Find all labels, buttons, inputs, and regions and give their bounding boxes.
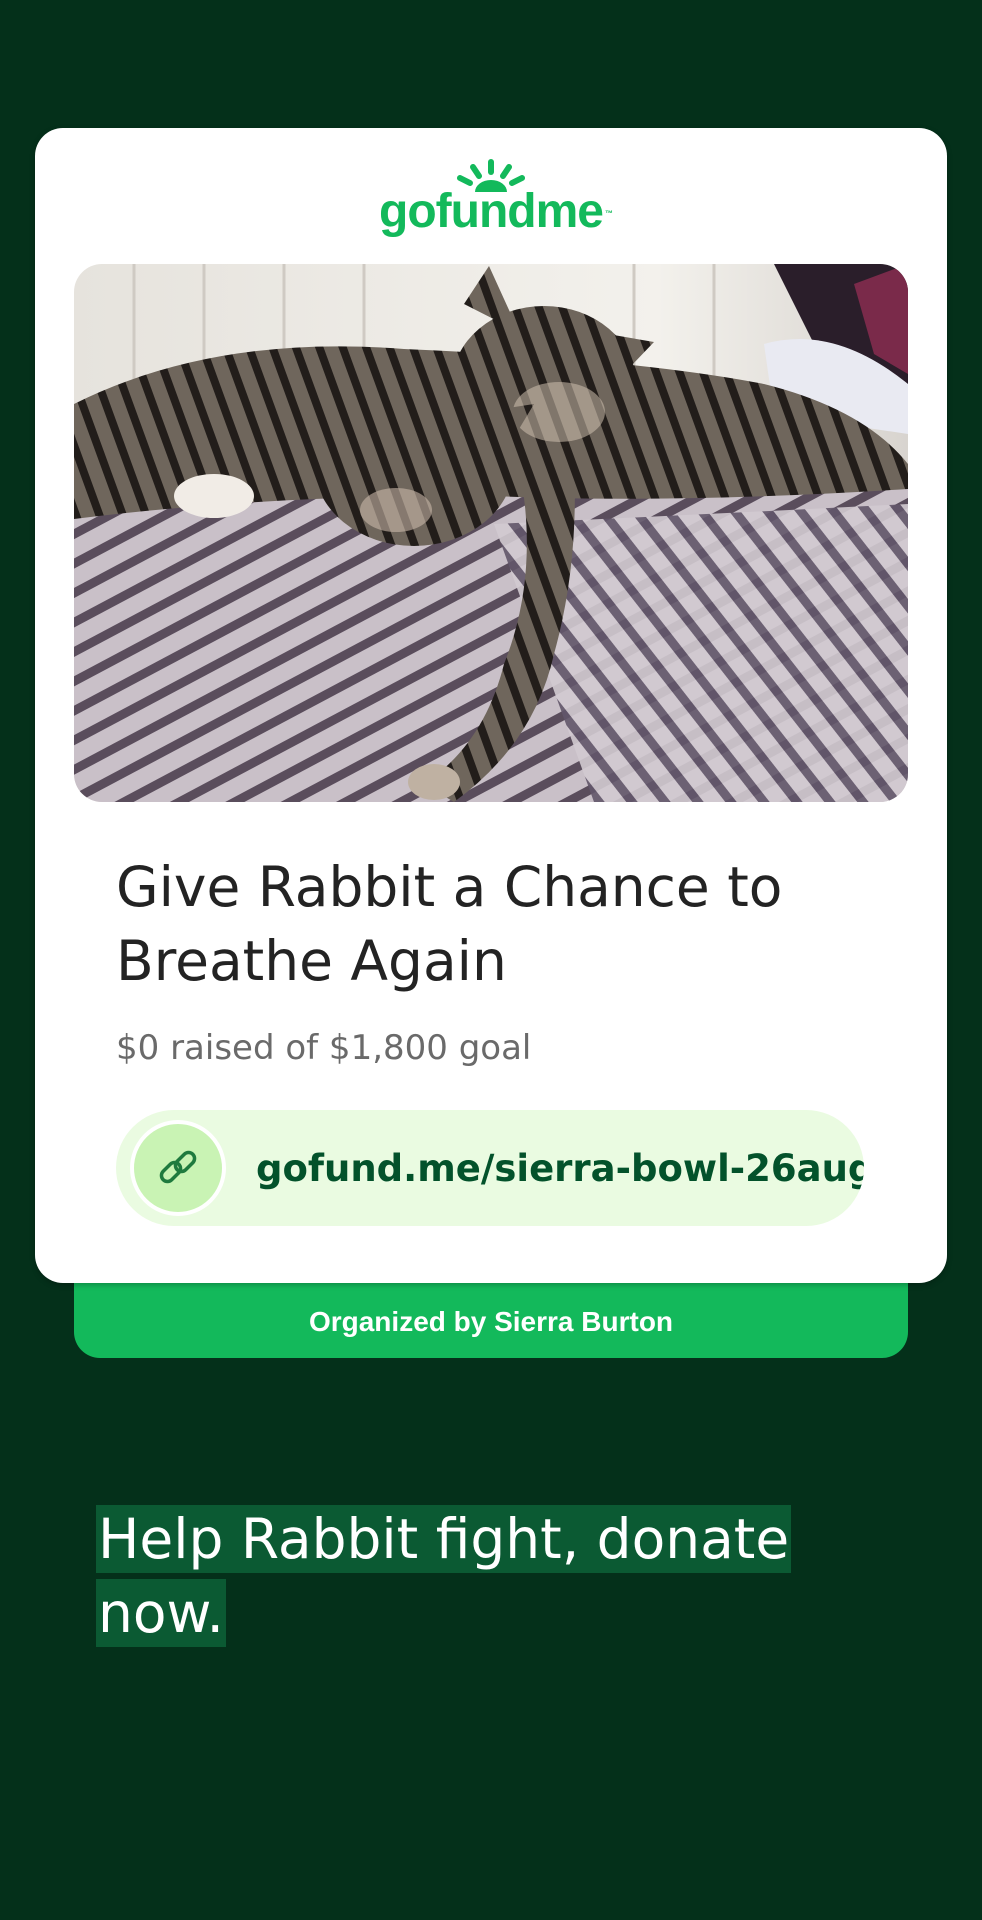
organizer-label: Organized by Sierra Burton bbox=[308, 1306, 674, 1337]
campaign-title: Give Rabbit a Chance to Breathe Again bbox=[116, 855, 783, 993]
link-icon-badge bbox=[130, 1120, 226, 1216]
share-link[interactable]: gofund.me/sierra-bowl-26aug bbox=[116, 1110, 864, 1226]
campaign-photo[interactable] bbox=[74, 264, 908, 802]
link-url[interactable]: gofund.me/sierra-bowl-26aug bbox=[256, 1147, 864, 1190]
gofundme-logo: gofundme ™ bbox=[35, 158, 947, 240]
fundraiser-card[interactable]: gofundme ™ Give Rabbit a Chance to Breat… bbox=[35, 128, 947, 1283]
call-to-action: Help Rabbit fight, donate now. bbox=[96, 1502, 816, 1650]
cats-photo-illustration bbox=[74, 264, 908, 802]
logo-wordmark: gofundme ™ bbox=[379, 185, 613, 238]
link-icon bbox=[159, 1150, 197, 1184]
call-to-action-text: Help Rabbit fight, donate now. bbox=[96, 1505, 792, 1647]
fundraising-progress: $0 raised of $1,800 goal bbox=[116, 1028, 532, 1068]
